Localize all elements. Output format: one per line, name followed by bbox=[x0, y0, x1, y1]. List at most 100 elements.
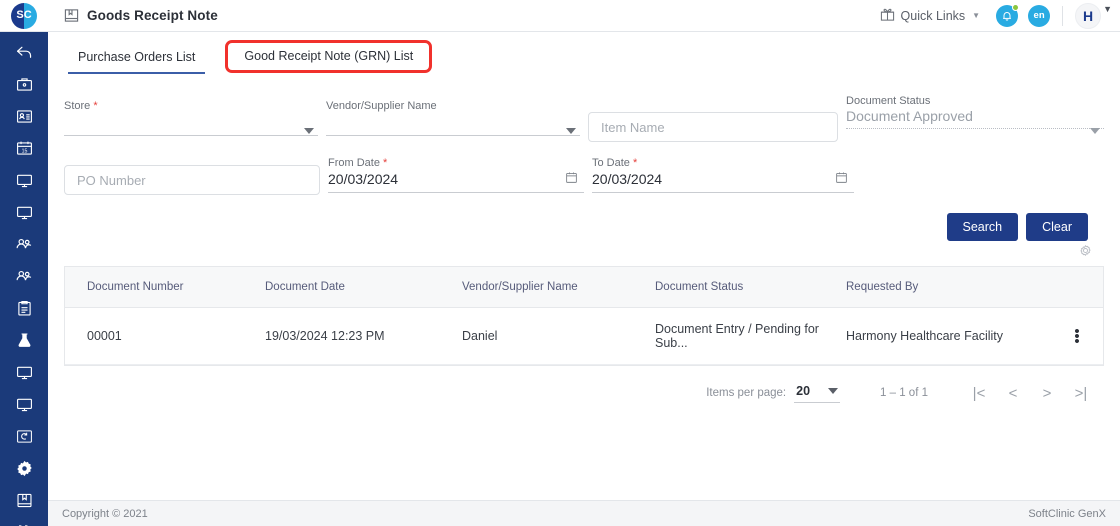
filter-row-2: PO Number From Date * 20/03/2024 To Date… bbox=[64, 156, 1104, 195]
language-button[interactable]: en bbox=[1028, 4, 1051, 27]
column-header-requested-by[interactable]: Requested By bbox=[846, 267, 1051, 308]
items-per-page-select[interactable]: 20 bbox=[794, 383, 841, 403]
search-button[interactable]: Search bbox=[946, 213, 1019, 241]
tab-label: Good Receipt Note (GRN) List bbox=[244, 49, 414, 63]
tab-grn-list[interactable]: Good Receipt Note (GRN) List bbox=[225, 40, 433, 73]
column-header-document-date[interactable]: Document Date bbox=[265, 267, 462, 308]
chevron-down-icon[interactable] bbox=[304, 128, 314, 134]
sidebar-item-history[interactable] bbox=[0, 420, 48, 452]
sidebar-item-back-arrow[interactable] bbox=[0, 36, 48, 68]
tab-purchase-orders-list[interactable]: Purchase Orders List bbox=[60, 42, 213, 74]
column-header-document-status[interactable]: Document Status bbox=[655, 267, 846, 308]
from-date-field[interactable]: From Date * 20/03/2024 bbox=[328, 156, 584, 195]
sidebar-item-monitor-2[interactable] bbox=[0, 196, 48, 228]
document-status-value: Document Approved bbox=[846, 108, 973, 124]
grn-table: Document Number Document Date Vendor/Sup… bbox=[65, 267, 1103, 365]
quick-links-button[interactable]: Quick Links ▼ bbox=[880, 7, 981, 25]
previous-page-button[interactable]: < bbox=[996, 380, 1030, 406]
to-date-field[interactable]: To Date * 20/03/2024 bbox=[592, 156, 854, 195]
logo-container[interactable]: SC bbox=[0, 0, 48, 32]
page-title: Goods Receipt Note bbox=[87, 8, 218, 23]
chevron-down-icon bbox=[828, 387, 839, 394]
po-number-field[interactable]: PO Number bbox=[64, 156, 320, 195]
items-per-page-value: 20 bbox=[796, 383, 811, 398]
sidebar-item-monitor-3[interactable] bbox=[0, 356, 48, 388]
sidebar-item-monitor-4[interactable] bbox=[0, 388, 48, 420]
application-window: SC Goods Receipt Note Quick Links ▼ en H… bbox=[0, 0, 1120, 526]
sidebar-item-bookmark-book[interactable] bbox=[0, 484, 48, 516]
cell-row-actions[interactable]: • • • bbox=[1051, 307, 1103, 365]
next-page-button[interactable]: > bbox=[1030, 380, 1064, 406]
grn-table-container: Document Number Document Date Vendor/Sup… bbox=[64, 266, 1104, 366]
header-divider bbox=[1062, 5, 1064, 26]
kebab-menu-icon[interactable]: • • • bbox=[1051, 324, 1103, 349]
sidebar-nav: 15 bbox=[0, 32, 48, 526]
cell-vendor: Daniel bbox=[462, 307, 655, 365]
chevron-down-icon[interactable]: ▼ bbox=[1103, 4, 1112, 14]
table-settings-row bbox=[64, 244, 1104, 262]
footer-copyright: Copyright © 2021 bbox=[62, 507, 148, 520]
avatar[interactable]: H bbox=[1075, 2, 1102, 29]
filter-row-1: Store * Vendor/Supplier Name Item Name D… bbox=[64, 88, 1104, 142]
cell-document-number: 00001 bbox=[65, 307, 265, 365]
top-bar: SC Goods Receipt Note Quick Links ▼ en H… bbox=[0, 0, 1120, 32]
document-status-label: Document Status bbox=[846, 95, 931, 107]
page-range-label: 1 – 1 of 1 bbox=[880, 387, 928, 399]
footer: Copyright © 2021 SoftClinic GenX bbox=[48, 500, 1120, 526]
column-header-document-number[interactable]: Document Number bbox=[65, 267, 265, 308]
required-asterisk: * bbox=[90, 100, 98, 112]
item-name-field[interactable]: Item Name bbox=[588, 88, 839, 142]
items-per-page-label: Items per page: bbox=[706, 387, 787, 399]
store-underline bbox=[64, 135, 318, 136]
main-content: Purchase Orders List Good Receipt Note (… bbox=[48, 32, 1120, 526]
calendar-icon[interactable] bbox=[565, 171, 578, 189]
sidebar-item-users-1[interactable] bbox=[0, 228, 48, 260]
column-header-vendor[interactable]: Vendor/Supplier Name bbox=[462, 267, 655, 308]
sidebar-item-briefcase[interactable] bbox=[0, 68, 48, 100]
sidebar-item-id-card[interactable] bbox=[0, 100, 48, 132]
sidebar-item-clipboard[interactable] bbox=[0, 292, 48, 324]
required-asterisk: * bbox=[629, 157, 638, 169]
sidebar-item-lab-flask[interactable] bbox=[0, 324, 48, 356]
store-field[interactable]: Store * bbox=[64, 88, 318, 142]
user-menu[interactable]: H ▼ bbox=[1075, 2, 1112, 29]
vendor-value bbox=[326, 113, 580, 131]
chevron-down-icon: ▼ bbox=[972, 11, 981, 20]
from-date-label: From Date * bbox=[328, 156, 584, 170]
vendor-field[interactable]: Vendor/Supplier Name bbox=[326, 88, 580, 142]
book-icon bbox=[64, 8, 79, 23]
clear-button[interactable]: Clear bbox=[1026, 213, 1088, 241]
paginator: Items per page: 20 1 – 1 of 1 |< < > >| bbox=[48, 366, 1120, 406]
notification-button[interactable] bbox=[996, 3, 1020, 27]
language-label: en bbox=[1033, 10, 1045, 21]
sidebar-item-monitor-1[interactable] bbox=[0, 164, 48, 196]
to-date-label: To Date * bbox=[592, 156, 854, 170]
sidebar-item-settings-gear[interactable] bbox=[0, 452, 48, 484]
table-row[interactable]: 00001 19/03/2024 12:23 PM Daniel Documen… bbox=[65, 307, 1103, 365]
to-date-label-text: To Date bbox=[592, 157, 630, 169]
column-header-actions bbox=[1051, 267, 1103, 308]
gift-icon bbox=[880, 7, 895, 25]
calendar-icon[interactable] bbox=[835, 171, 848, 189]
store-label: Store * bbox=[64, 99, 318, 113]
cell-requested-by: Harmony Healthcare Facility bbox=[846, 307, 1051, 365]
gear-icon[interactable] bbox=[1079, 244, 1092, 262]
store-label-text: Store bbox=[64, 100, 91, 112]
from-date-value: 20/03/2024 bbox=[328, 171, 399, 187]
sidebar-item-users-2[interactable] bbox=[0, 260, 48, 292]
sidebar-item-stethoscope[interactable] bbox=[0, 516, 48, 526]
chevron-down-icon[interactable] bbox=[566, 128, 576, 134]
first-page-button[interactable]: |< bbox=[962, 380, 996, 406]
quick-links-label: Quick Links bbox=[900, 8, 966, 23]
from-date-underline bbox=[328, 192, 584, 193]
app-logo[interactable]: SC bbox=[11, 2, 37, 29]
last-page-button[interactable]: >| bbox=[1064, 380, 1098, 406]
item-name-input[interactable]: Item Name bbox=[588, 112, 839, 142]
top-bar-right-group: Quick Links ▼ en H ▼ bbox=[880, 2, 1120, 29]
action-buttons: Search Clear bbox=[64, 213, 1104, 241]
sidebar-item-calendar[interactable]: 15 bbox=[0, 132, 48, 164]
document-status-underline bbox=[846, 128, 1104, 129]
po-number-input[interactable]: PO Number bbox=[64, 165, 320, 195]
to-date-underline bbox=[592, 192, 854, 193]
avatar-initial: H bbox=[1083, 7, 1094, 24]
